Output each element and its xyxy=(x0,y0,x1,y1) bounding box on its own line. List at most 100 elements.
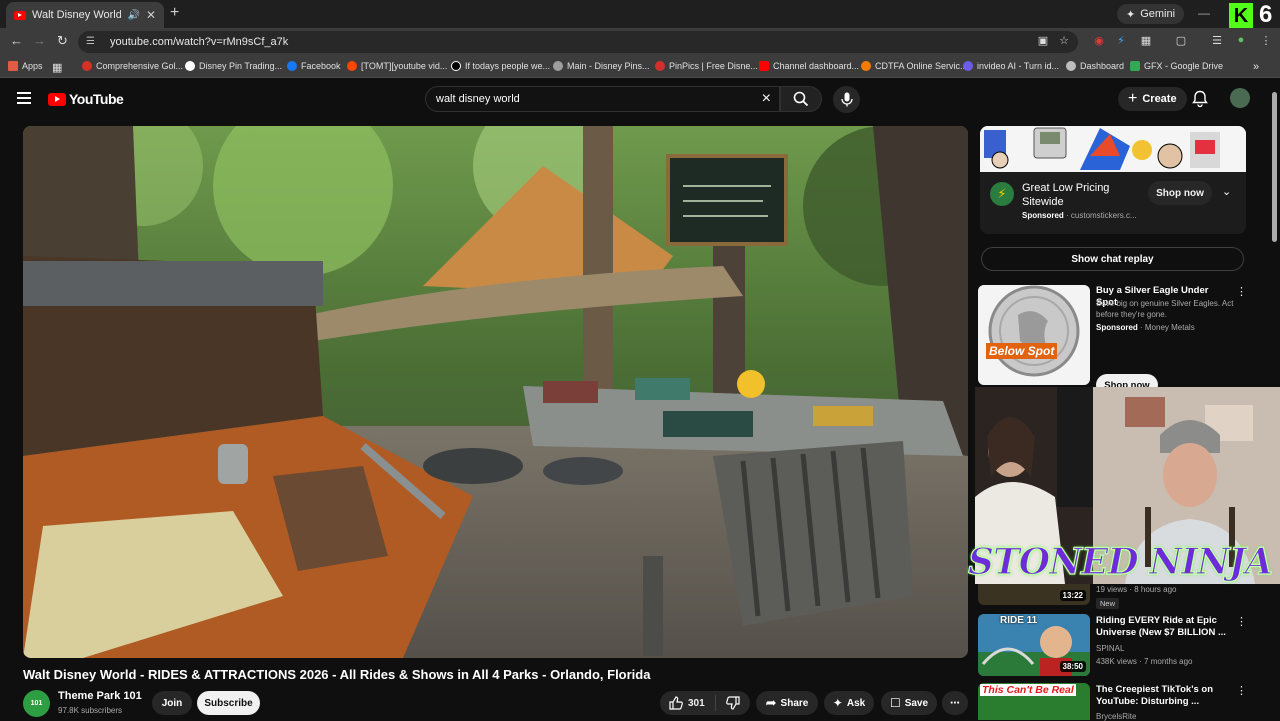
save-button[interactable]: ☐ Save xyxy=(881,691,937,715)
site-info-icon[interactable]: ☰ xyxy=(86,36,100,48)
rec-channel[interactable]: SPINAL xyxy=(1096,644,1124,653)
sticker-collage xyxy=(980,126,1246,172)
youtube-icon xyxy=(759,61,769,71)
clear-search-icon[interactable]: × xyxy=(762,90,771,108)
cdtfa-icon xyxy=(861,61,871,71)
search-button[interactable] xyxy=(780,86,822,112)
youtube-wordmark: YouTube xyxy=(69,91,124,107)
back-icon[interactable]: ← xyxy=(10,33,23,48)
bookmark-label: invideo AI - Turn id... xyxy=(977,61,1060,71)
video-player[interactable] xyxy=(23,126,968,658)
video-frame xyxy=(23,126,968,658)
bookmark-label: Apps xyxy=(22,61,43,71)
gemini-sparkle-icon: ✦ xyxy=(1126,8,1136,21)
bookmark-item[interactable]: Facebook xyxy=(287,61,341,71)
bookmark-star-icon[interactable]: ☆ xyxy=(1057,34,1071,48)
save-playlist-icon: ☐ xyxy=(889,696,901,710)
dislike-button[interactable] xyxy=(716,696,750,710)
rec-thumbnail[interactable]: RIDE 11 38:50 xyxy=(978,614,1090,676)
rec-thumbnail[interactable]: Below Spot xyxy=(978,285,1090,385)
share-button[interactable]: ➦ Share xyxy=(756,691,818,715)
like-button[interactable]: 301 xyxy=(660,695,716,711)
install-app-icon[interactable]: ▣ xyxy=(1036,34,1050,48)
bookmark-item[interactable]: If todays people we... xyxy=(451,61,550,71)
youtube-play-icon xyxy=(48,92,66,106)
more-vert-icon[interactable]: ⋮ xyxy=(1236,684,1247,697)
ad-card[interactable]: ⚡ Great Low Pricing Sitewide Sponsored ·… xyxy=(980,172,1246,234)
rec-stats: 438K views · 7 months ago xyxy=(1096,657,1193,666)
ad-shop-now-button[interactable]: Shop now xyxy=(1148,181,1212,205)
extension-record-icon[interactable]: ◉ xyxy=(1092,34,1106,48)
bookmark-item[interactable]: [TOMT][youtube vid... xyxy=(347,61,447,71)
search-icon xyxy=(793,91,809,107)
bookmark-favicon-icon xyxy=(185,61,195,71)
bookmarks-overflow-icon[interactable]: » xyxy=(1253,61,1259,73)
bookmark-item[interactable]: Main - Disney Pins... xyxy=(553,61,650,71)
search-input[interactable]: walt disney world × xyxy=(425,86,780,112)
bell-icon xyxy=(1192,90,1208,108)
reload-icon[interactable]: ↻ xyxy=(57,33,68,49)
ad-banner-image[interactable] xyxy=(980,126,1246,172)
account-avatar[interactable] xyxy=(1230,88,1250,108)
extensions-puzzle-icon[interactable]: ▦ xyxy=(1139,34,1153,48)
bookmark-grid[interactable]: ▦ xyxy=(52,61,62,74)
page-scrollbar[interactable] xyxy=(1272,92,1277,242)
bookmark-apps[interactable]: Apps xyxy=(8,61,43,71)
overlay-count: 6 xyxy=(1259,1,1273,28)
rec-thumbnail[interactable]: This Can't Be Real xyxy=(978,683,1090,720)
video-duration: 13:22 xyxy=(1059,590,1086,601)
bookmark-item[interactable]: Channel dashboard... xyxy=(759,61,859,71)
chevron-down-icon[interactable]: ⌄ xyxy=(1222,185,1231,198)
subscribe-button[interactable]: Subscribe xyxy=(197,691,260,715)
bookmark-item[interactable]: Dashboard xyxy=(1066,61,1124,71)
bookmark-item[interactable]: PinPics | Free Disne... xyxy=(655,61,758,71)
tab-close-icon[interactable]: ✕ xyxy=(146,8,156,22)
bookmark-item[interactable]: Comprehensive Gol... xyxy=(82,61,183,71)
channel-avatar[interactable]: 101 xyxy=(23,690,50,717)
address-bar[interactable]: ☰ youtube.com/watch?v=rMn9sCf_a7k xyxy=(78,31,1078,53)
new-tab-icon[interactable]: + xyxy=(170,4,179,22)
rec-description: Save big on genuine Silver Eagles. Act b… xyxy=(1096,299,1234,319)
notifications-button[interactable] xyxy=(1192,90,1208,113)
profile-icon[interactable]: ● xyxy=(1234,34,1248,48)
voice-search-button[interactable] xyxy=(833,86,860,113)
browser-tab[interactable]: Walt Disney World - RIDES 🔊 ✕ xyxy=(6,2,164,28)
more-vert-icon[interactable]: ⋮ xyxy=(1236,285,1247,298)
thumbnail-text: RIDE 11 xyxy=(1000,615,1038,626)
bookmark-item[interactable]: invideo AI - Turn id... xyxy=(963,61,1059,71)
gemini-label: Gemini xyxy=(1140,8,1176,20)
extension-translate-icon[interactable]: ⚡ xyxy=(1114,34,1128,48)
reddit-icon xyxy=(347,61,357,71)
tab-title: Walt Disney World - RIDES xyxy=(32,9,122,21)
gemini-button[interactable]: ✦ Gemini xyxy=(1117,4,1185,24)
bookmark-item[interactable]: GFX - Google Drive xyxy=(1130,61,1223,71)
bookmark-label: GFX - Google Drive xyxy=(1144,61,1224,71)
recommendation-item[interactable]: RIDE 11 38:50 Riding EVERY Ride at Epic … xyxy=(978,614,1278,678)
recommendation-item[interactable]: This Can't Be Real The Creepiest TikTok'… xyxy=(978,683,1278,721)
create-label: Create xyxy=(1142,93,1177,105)
browser-menu-icon[interactable]: ⋮ xyxy=(1259,34,1273,48)
channel-name[interactable]: Theme Park 101 xyxy=(58,690,142,702)
tab-search-icon[interactable]: ▢ xyxy=(1174,34,1188,48)
speaker-icon[interactable]: 🔊 xyxy=(127,10,139,21)
join-button[interactable]: Join xyxy=(152,691,192,715)
sponsored-label: Sponsored xyxy=(1096,323,1138,332)
show-chat-replay-button[interactable]: Show chat replay xyxy=(981,247,1244,271)
media-controls-icon[interactable]: ☰ xyxy=(1210,34,1224,48)
youtube-logo[interactable]: YouTube xyxy=(48,91,124,107)
forward-icon[interactable]: → xyxy=(33,33,46,48)
window-minimize-icon[interactable]: — xyxy=(1198,6,1210,20)
more-vert-icon[interactable]: ⋮ xyxy=(1236,615,1247,628)
google-drive-icon xyxy=(1130,61,1140,71)
menu-hamburger-icon[interactable] xyxy=(17,92,31,104)
create-button[interactable]: + Create xyxy=(1118,87,1187,111)
sponsored-recommendation[interactable]: Below Spot Buy a Silver Eagle Under Spot… xyxy=(978,285,1278,396)
bookmark-item[interactable]: CDTFA Online Servic... xyxy=(861,61,968,71)
bookmark-item[interactable]: Disney Pin Trading... xyxy=(185,61,282,71)
sponsored-label: Sponsored xyxy=(1022,211,1064,220)
bookmark-label: CDTFA Online Servic... xyxy=(875,61,968,71)
ask-button[interactable]: ✦ Ask xyxy=(824,691,874,715)
save-label: Save xyxy=(904,697,929,709)
more-actions-button[interactable]: ⋯ xyxy=(942,691,968,715)
facebook-icon xyxy=(287,61,297,71)
